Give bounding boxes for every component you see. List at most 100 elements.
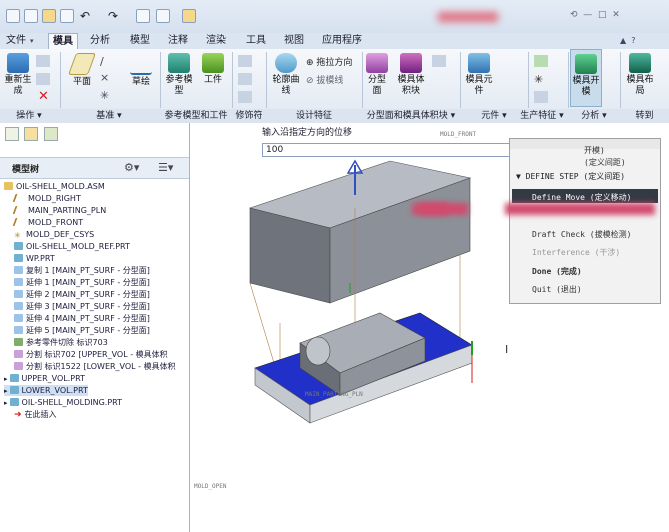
datum-plane-icon [12, 218, 27, 226]
menu-item-done[interactable]: Done (完成) [532, 266, 582, 277]
expand-arrow-icon[interactable]: ▸ [4, 399, 8, 407]
tree-item[interactable]: 延伸 5 [MAIN_PT_SURF - 分型面] [14, 325, 150, 336]
tree-item[interactable]: WP.PRT [14, 253, 55, 264]
tree-item[interactable]: 参考零件切除 标识703 [14, 337, 108, 348]
window-icon[interactable] [156, 9, 170, 23]
tab-view[interactable]: 视图 [280, 33, 308, 49]
regenerate-button[interactable]: 重新生成 [2, 53, 34, 97]
modifier-icon-2[interactable] [238, 73, 252, 85]
sketch-icon [130, 53, 152, 75]
tree-item[interactable]: ▸ LOWER_VOL.PRT [4, 385, 88, 396]
silhouette-curve-button[interactable]: 轮廓曲线 [270, 53, 302, 97]
folder-browser-tab-icon[interactable] [24, 127, 38, 141]
group-production[interactable]: 生产特征 ▾ [512, 109, 572, 123]
sketch-button[interactable]: 草绘 [126, 53, 156, 88]
tab-model[interactable]: 模型 [126, 33, 154, 49]
menu-item-define-move[interactable]: Define Move (定义移动) [532, 192, 631, 203]
expand-arrow-icon[interactable]: ▸ [4, 375, 8, 383]
group-parting[interactable]: 分型面和模具体积块 ▾ [362, 109, 460, 123]
tab-applications[interactable]: 应用程序 [318, 33, 366, 49]
open-file-icon[interactable] [42, 9, 56, 23]
tree-item[interactable]: MAIN_PARTING_PLN [12, 205, 106, 216]
file-menu[interactable]: 文件 [2, 33, 30, 49]
tree-item[interactable]: 分割 标识702 [UPPER_VOL - 模具体积 [14, 349, 168, 360]
model-tree-tab-icon[interactable] [5, 127, 19, 141]
menu-item-mold-open[interactable]: 开模) [584, 145, 605, 156]
tab-annotate[interactable]: 注释 [164, 33, 192, 49]
draft-line-button[interactable]: ⊘ 拔模线 [306, 73, 343, 86]
menu-section-define-step[interactable]: ▼ DEFINE STEP (定义间距) [516, 171, 625, 182]
tree-item[interactable]: 延伸 1 [MAIN_PT_SURF - 分型面] [14, 277, 150, 288]
tree-item-label: OIL-SHELL_MOLDING.PRT [21, 398, 123, 407]
pull-direction-button[interactable]: ⊕ 拖拉方向 [306, 55, 352, 68]
runner-icon[interactable] [534, 55, 548, 67]
cooling-icon[interactable]: ✳ [534, 73, 543, 86]
divider [620, 52, 621, 108]
silhouette-curve-label: 轮廓曲线 [272, 75, 300, 96]
workpiece-icon [202, 53, 224, 73]
tree-item[interactable]: MOLD_FRONT [12, 217, 83, 228]
workpiece-button[interactable]: 工件 [198, 53, 228, 86]
modifier-icon-1[interactable] [238, 55, 252, 67]
reference-model-button[interactable]: 参考模型 [162, 53, 196, 97]
tab-render[interactable]: 渲染 [202, 33, 230, 49]
paste-icon[interactable] [36, 73, 50, 85]
casting-icon[interactable] [534, 91, 548, 103]
save-icon[interactable] [60, 9, 74, 23]
point-icon[interactable]: × [100, 71, 109, 84]
regenerate-icon[interactable] [136, 9, 150, 23]
divider [568, 52, 569, 108]
core-boss [305, 336, 331, 366]
plane-button[interactable]: 平面 [66, 53, 98, 88]
tab-mold[interactable]: 模具 [48, 33, 78, 50]
mold-component-button[interactable]: 模具元件 [464, 53, 494, 97]
copy-icon[interactable] [36, 55, 50, 67]
divider [232, 52, 233, 108]
undo-icon[interactable]: ↶ [80, 9, 94, 23]
tree-item-label: 在此插入 [24, 410, 57, 419]
tree-item[interactable]: OIL-SHELL_MOLD_REF.PRT [14, 241, 130, 252]
tree-item[interactable]: 复制 1 [MAIN_PT_SURF - 分型面] [14, 265, 150, 276]
window-controls[interactable]: ⟲ — □ ✕ [570, 10, 620, 20]
tab-analysis[interactable]: 分析 [86, 33, 114, 49]
mold-opening-button[interactable]: 模具开模 [570, 49, 602, 107]
surface-icon [14, 278, 23, 286]
menu-item-quit[interactable]: Quit (退出) [532, 284, 582, 295]
delete-icon[interactable]: ✕ [38, 89, 49, 104]
chevron-down-icon[interactable]: ▾ [30, 37, 34, 45]
csys-icon[interactable]: ✳ [100, 89, 109, 102]
tree-item[interactable]: 延伸 3 [MAIN_PT_SURF - 分型面] [14, 301, 150, 312]
new-file-icon[interactable] [24, 9, 38, 23]
mold-volume-label: 模具体积块 [397, 75, 425, 96]
mold-volume-button[interactable]: 模具体积块 [394, 53, 428, 97]
tree-item[interactable]: ✳ MOLD_DEF_CSYS [14, 229, 94, 240]
tree-settings-icon[interactable]: ⚙▾ [124, 161, 139, 174]
tree-item[interactable]: OIL-SHELL_MOLD.ASM [4, 181, 105, 192]
split-icon[interactable] [432, 55, 446, 67]
tree-item[interactable]: ▸ UPPER_VOL.PRT [4, 373, 85, 384]
mold-layout-button[interactable]: 模具布局 [624, 53, 656, 97]
group-analysis[interactable]: 分析 ▾ [568, 109, 620, 123]
insert-here-item[interactable]: ➜ 在此插入 [14, 409, 57, 420]
tree-item[interactable]: 延伸 4 [MAIN_PT_SURF - 分型面] [14, 313, 150, 324]
tree-item[interactable]: ▸ OIL-SHELL_MOLDING.PRT [4, 397, 122, 408]
menu-item-draft-check[interactable]: Draft Check (拔模检测) [532, 229, 631, 240]
folder-icon[interactable] [182, 9, 196, 23]
tree-item-label: 延伸 5 [MAIN_PT_SURF - 分型面] [26, 326, 150, 335]
parting-surface-button[interactable]: 分型面 [364, 53, 390, 97]
favorites-tab-icon[interactable] [44, 127, 58, 141]
modifier-icon-3[interactable] [238, 91, 252, 103]
menu-item-define-gap[interactable]: (定义间距) [584, 157, 626, 168]
tree-item[interactable]: 延伸 2 [MAIN_PT_SURF - 分型面] [14, 289, 150, 300]
tab-tools[interactable]: 工具 [242, 33, 270, 49]
expand-arrow-icon[interactable]: ▸ [4, 387, 8, 395]
tree-item[interactable]: MOLD_RIGHT [12, 193, 81, 204]
group-operations[interactable]: 操作 ▾ [0, 109, 58, 123]
tree-show-icon[interactable]: ☰▾ [158, 161, 173, 174]
group-datum[interactable]: 基准 ▾ [60, 109, 158, 123]
redo-icon[interactable]: ↷ [108, 9, 122, 23]
help-icons[interactable]: ▲ ? [620, 36, 660, 46]
axis-icon[interactable]: ∕ [100, 55, 104, 68]
displacement-input[interactable]: 100 [262, 143, 538, 157]
tree-item[interactable]: 分割 标识1522 [LOWER_VOL - 模具体积 [14, 361, 176, 372]
